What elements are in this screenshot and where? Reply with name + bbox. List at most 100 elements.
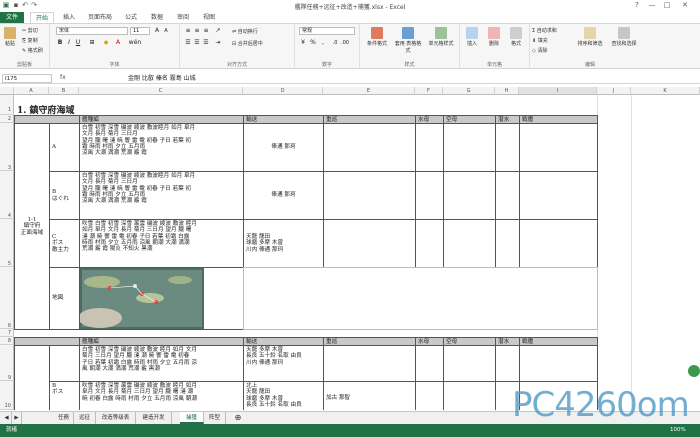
fleet-cell-b[interactable]: 白雪 初雪 深雪 磯波 綾波 敷波睦月 如月 皐月 文月 長月 菊月 三日月 望…	[79, 171, 244, 220]
sub2-cell-a[interactable]	[495, 345, 520, 382]
carrier-cell-c[interactable]	[443, 219, 496, 268]
node-label-c[interactable]: C ボス 敵主力	[49, 219, 80, 268]
underline-button[interactable]: U	[74, 39, 82, 47]
shrink-font-button[interactable]: A	[162, 27, 170, 35]
worksheet-grid[interactable]: A B C D E F G H I J K 1 2 3 4 5 6 7 8 9 …	[0, 87, 700, 410]
formula-input[interactable]: 金剛 比叡 榛名 霧島 山城	[128, 74, 698, 83]
row-header-7[interactable]: 7	[0, 329, 14, 337]
carrier2-cell-a[interactable]	[443, 345, 496, 382]
indent-icon[interactable]: ⇥	[214, 39, 222, 47]
number-format-select[interactable]: 常规	[299, 27, 355, 35]
weight-cell-a[interactable]	[323, 123, 416, 172]
tab-home[interactable]: 开始	[30, 12, 54, 23]
map-cell[interactable]	[79, 267, 244, 330]
row-header-2[interactable]: 2	[0, 115, 14, 123]
sub-cell-b[interactable]	[495, 171, 520, 220]
row-header-5[interactable]: 5	[0, 219, 14, 267]
wrap-text-button[interactable]: ⇌ 自动换行	[232, 28, 258, 35]
column-header-i[interactable]: I	[519, 87, 597, 95]
currency-icon[interactable]: ¥	[299, 39, 307, 47]
water2-cell-b[interactable]	[415, 381, 444, 410]
row-header-9[interactable]: 9	[0, 345, 14, 381]
close-button[interactable]: ✕	[678, 0, 692, 10]
align-left-icon[interactable]: ☰	[184, 39, 192, 47]
percent-button[interactable]: %	[309, 39, 317, 47]
prev-sheet-icon[interactable]: ◀	[2, 412, 12, 424]
fleet-cell-a[interactable]: 白雪 初雪 深雪 磯波 綾波 敷波睦月 如月 皐月 文月 長月 菊月 三日月 望…	[79, 123, 244, 172]
row-header-10[interactable]: 10	[0, 381, 14, 410]
map-label[interactable]: 地図	[49, 267, 80, 330]
add-sheet-icon[interactable]: ⊕	[232, 412, 244, 424]
water-cell-a[interactable]	[415, 123, 444, 172]
column-header-j[interactable]: J	[597, 87, 631, 95]
minimize-button[interactable]: —	[645, 0, 659, 10]
format-cells-button[interactable]: 格式	[506, 27, 526, 47]
next-sheet-icon[interactable]: ▶	[12, 412, 22, 424]
find-select-button[interactable]: 查找和选择	[608, 27, 640, 47]
tab-page-layout[interactable]: 页面布局	[84, 12, 116, 23]
help-button[interactable]: ?	[630, 0, 644, 10]
select-all-corner[interactable]	[0, 87, 14, 95]
sheet-tab-capture[interactable]: 捕獲	[180, 412, 204, 424]
row-header-6[interactable]: 6	[0, 267, 14, 329]
node-label-a[interactable]: A	[49, 123, 80, 172]
phonetic-button[interactable]: wén	[128, 39, 142, 47]
column-header-g[interactable]: G	[443, 87, 495, 95]
fill-color-icon[interactable]: ◆	[102, 39, 110, 47]
fleet-cell-c[interactable]: 吹雪 白雪 初雪 深雪 叢雲 磯波 綾波 敷波 睦月 如月 皐月 文月 長月 菊…	[79, 219, 244, 268]
route-cell-b[interactable]: 俸通 那珂	[243, 171, 324, 220]
clear-button[interactable]: ◇ 清除	[532, 47, 547, 54]
sheet-tab-formation[interactable]: 阵型	[204, 412, 226, 424]
decrease-decimal-icon[interactable]: .00	[341, 39, 349, 47]
fx-icon[interactable]: fx	[60, 74, 66, 81]
align-bottom-icon[interactable]: ≡	[202, 27, 210, 35]
delete-cells-button[interactable]: 删除	[484, 27, 504, 47]
row-header-3[interactable]: 3	[0, 123, 14, 171]
row-header-1[interactable]: 1	[0, 95, 14, 115]
autosum-button[interactable]: Σ 自动求和	[532, 27, 557, 34]
align-top-icon[interactable]: ≡	[184, 27, 192, 35]
tab-review[interactable]: 审阅	[172, 12, 194, 23]
weight-cell-b[interactable]	[323, 171, 416, 220]
column-header-k[interactable]: K	[631, 87, 700, 95]
border-icon[interactable]: ⊞	[88, 39, 96, 47]
grow-font-button[interactable]: A	[153, 27, 161, 35]
cell-styles-button[interactable]: 单元格样式	[424, 27, 458, 47]
tab-view[interactable]: 视图	[198, 12, 220, 23]
orientation-icon[interactable]: ↗	[214, 27, 222, 35]
node-label-b[interactable]: B はぐれ	[49, 171, 80, 220]
floating-action-button[interactable]	[688, 365, 700, 377]
column-header-f[interactable]: F	[415, 87, 443, 95]
water-cell-b[interactable]	[415, 171, 444, 220]
area2-cell[interactable]	[14, 345, 50, 410]
align-middle-icon[interactable]: ≡	[193, 27, 201, 35]
route-cell-a[interactable]: 俸通 那珂	[243, 123, 324, 172]
font-size-select[interactable]: 11	[130, 27, 150, 35]
column-header-a[interactable]: A	[14, 87, 49, 95]
zoom-level[interactable]: 100%	[670, 424, 686, 437]
node2-label-a[interactable]	[49, 345, 80, 382]
italic-button[interactable]: I	[65, 39, 73, 47]
bold-button[interactable]: B	[56, 39, 64, 47]
paste-button[interactable]: 粘贴	[2, 27, 18, 47]
bb2-cell-a[interactable]	[519, 345, 598, 382]
font-color-icon[interactable]: A	[114, 39, 122, 47]
conditional-format-button[interactable]: 条件格式	[362, 27, 392, 47]
name-box[interactable]: I175	[2, 74, 52, 83]
copy-button[interactable]: ⎘ 复制	[22, 37, 38, 44]
route2-cell-a[interactable]: 天龍 多摩 木曾 長良 五十鈴 名取 由良 川内 俸通 那珂	[243, 345, 324, 382]
bb-cell-a[interactable]	[519, 123, 598, 172]
carrier2-cell-b[interactable]	[443, 381, 496, 410]
comma-button[interactable]: ,	[319, 39, 327, 47]
sheet-tab-remodel[interactable]: 改造等级表	[96, 412, 136, 424]
row-header-8[interactable]: 8	[0, 337, 14, 345]
bb-cell-b[interactable]	[519, 171, 598, 220]
weight2-cell-b[interactable]: 加古 那智	[323, 381, 416, 410]
sort-filter-button[interactable]: 排序和筛选	[574, 27, 606, 47]
bb-cell-c[interactable]	[519, 219, 598, 268]
tab-formulas[interactable]: 公式	[120, 12, 142, 23]
carrier-cell-a[interactable]	[443, 123, 496, 172]
map-row-empty[interactable]	[243, 267, 598, 330]
column-header-c[interactable]: C	[79, 87, 243, 95]
column-header-h[interactable]: H	[495, 87, 519, 95]
